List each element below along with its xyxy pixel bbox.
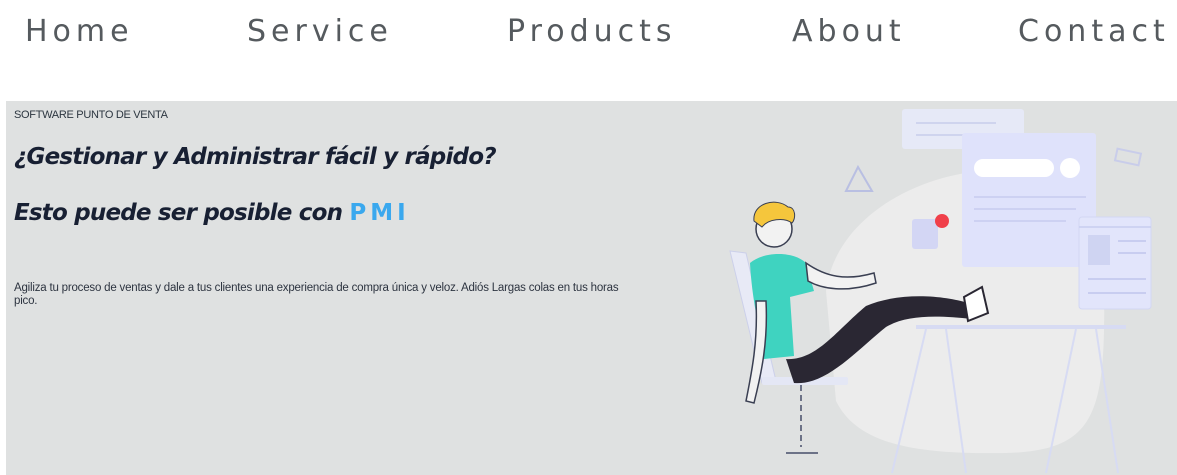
- nav-contact-link[interactable]: Contact: [1018, 14, 1170, 50]
- triangle-icon: [844, 164, 874, 192]
- floating-card-main: [962, 133, 1096, 267]
- top-nav: Home Service Products About Contact: [0, 0, 1177, 70]
- hero-subheadline-text: Esto puede ser posible con: [14, 200, 350, 226]
- nav-service-link[interactable]: Service: [247, 14, 393, 50]
- hero-headline: ¿Gestionar y Administrar fácil y rápido?: [14, 144, 497, 170]
- hero-subheadline: Esto puede ser posible con PMI: [14, 200, 410, 226]
- hero-illustration: [729, 109, 1152, 474]
- desk-top: [916, 325, 1126, 329]
- nav-home-link[interactable]: Home: [25, 14, 134, 50]
- notification-dot: [935, 214, 949, 228]
- hero-eyebrow: SOFTWARE PUNTO DE VENTA: [14, 109, 168, 121]
- small-square-icon: [912, 219, 938, 249]
- nav-products-link[interactable]: Products: [507, 14, 677, 50]
- hero-banner: SOFTWARE PUNTO DE VENTA ¿Gestionar y Adm…: [6, 101, 1177, 475]
- hero-description: Agiliza tu proceso de ventas y dale a tu…: [14, 282, 619, 307]
- tilted-square-icon: [1113, 147, 1143, 167]
- brand-name: PMI: [349, 200, 410, 226]
- nav-about-link[interactable]: About: [792, 14, 906, 50]
